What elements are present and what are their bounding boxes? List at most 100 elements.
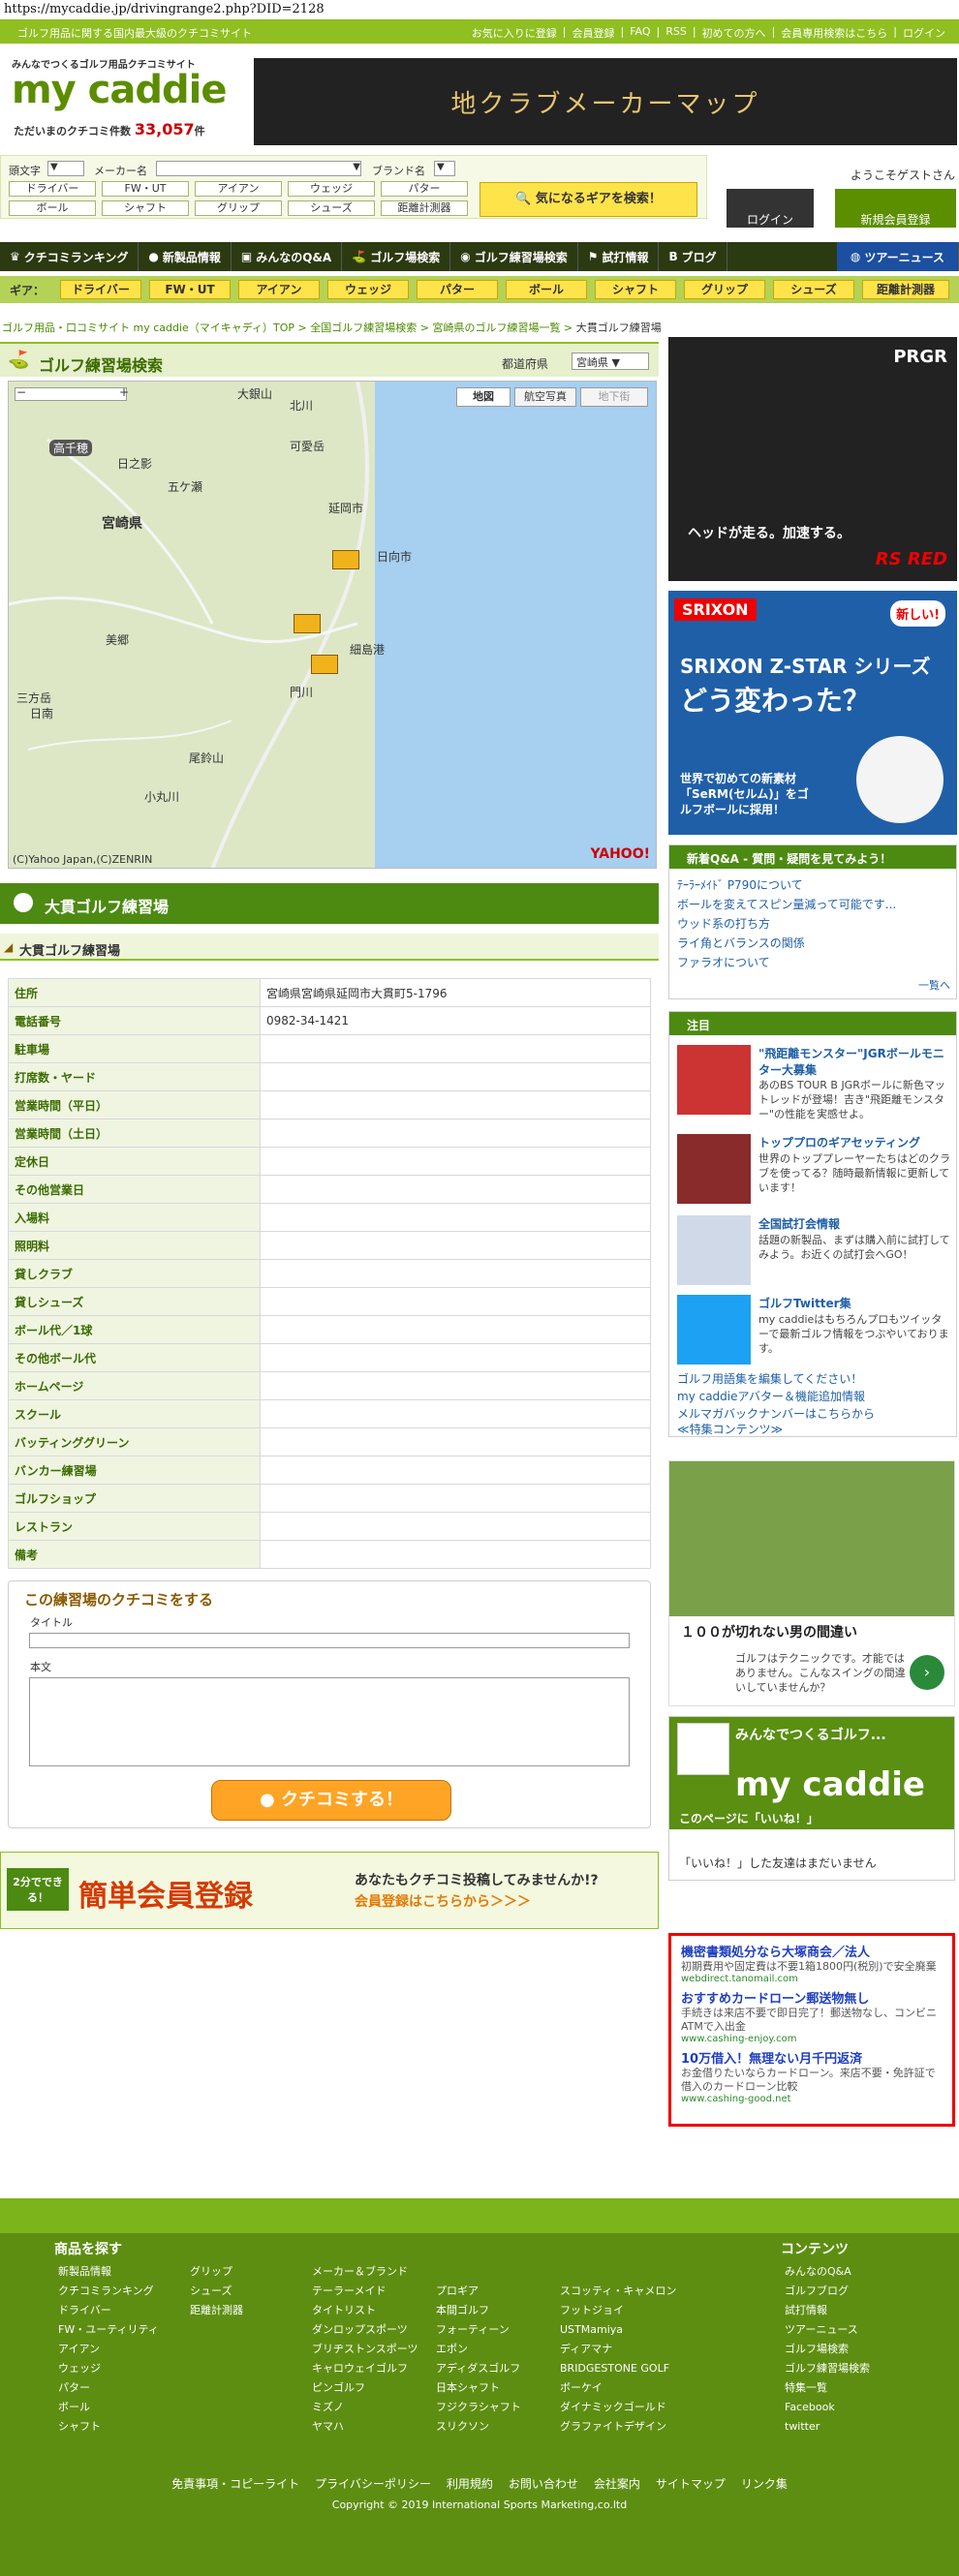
footer-link[interactable]: スコッティ・キャメロン	[560, 2282, 676, 2301]
first-time-link[interactable]: 初めての方へ	[702, 25, 766, 41]
footer-link[interactable]: ミズノ	[312, 2398, 418, 2417]
qa-item[interactable]: ボールを変えてスピン量減って可能です...	[677, 896, 896, 912]
footer-link[interactable]: テーラーメイド	[312, 2282, 418, 2301]
gear-tab-shoes[interactable]: シューズ	[773, 280, 854, 299]
register-button[interactable]: 新規会員登録	[835, 189, 956, 228]
maker-map-banner[interactable]: 地クラブメーカーマップ	[254, 58, 957, 145]
map-type-map[interactable]: 地図	[456, 387, 510, 407]
footer-link[interactable]: FW・ユーティリティ	[58, 2320, 159, 2340]
nav-course-search[interactable]: ⛳ ゴルフ場検索	[342, 242, 451, 271]
favorite-link[interactable]: お気に入りに登録	[472, 25, 557, 41]
footer-link[interactable]: ウェッジ	[58, 2359, 159, 2378]
gear-tab-putter[interactable]: パター	[417, 280, 498, 299]
footer-link[interactable]: ゴルフブログ	[785, 2282, 870, 2301]
srixon-ad[interactable]: SRIXON 新しい! SRIXON Z-STAR シリーズ どう変わった？ 世…	[668, 591, 957, 835]
footer-link[interactable]: スリクソン	[436, 2417, 521, 2437]
prefecture-select[interactable]: 宮崎県 ▼	[572, 353, 649, 370]
footer-bottom-link[interactable]: 免責事項・コピーライト	[171, 2477, 299, 2491]
pro-gear-thumbnail[interactable]	[677, 1134, 751, 1204]
japan-map-thumbnail[interactable]	[677, 1215, 751, 1285]
gear-tab-rangefinder[interactable]: 距離計測器	[862, 280, 949, 299]
footer-link[interactable]: ヤマハ	[312, 2417, 418, 2437]
chip-fw-ut[interactable]: FW・UT	[102, 181, 189, 197]
footer-link[interactable]: アイアン	[58, 2340, 159, 2359]
text-ad-title[interactable]: 10万借入！無理ない月千円返済	[681, 2048, 943, 2067]
nav-qa[interactable]: ▣ みんなのQ&A	[232, 242, 343, 271]
text-ad-url[interactable]: www.cashing-good.net	[681, 2094, 943, 2104]
site-logo[interactable]: my caddie	[12, 68, 227, 112]
zoom-out-icon[interactable]: −	[16, 385, 26, 399]
footer-link[interactable]: ボール	[58, 2398, 159, 2417]
prgr-ad[interactable]: PRGR ヘッドが走る。加速する。 RS RED	[668, 337, 957, 581]
text-ad-title[interactable]: 機密書類処分なら大塚商会／法人	[681, 1942, 943, 1960]
qa-item[interactable]: ライ角とバランスの関係	[677, 935, 805, 951]
brand-select[interactable]: ▼	[434, 161, 455, 176]
text-ad-title[interactable]: おすすめカードローン郵送物無し	[681, 1988, 943, 2007]
zoom-slider[interactable]	[15, 387, 127, 401]
footer-link[interactable]: ドライバー	[58, 2301, 159, 2320]
footer-link[interactable]: ディアマナ	[560, 2340, 676, 2359]
footer-link[interactable]: ゴルフ場検索	[785, 2340, 870, 2359]
footer-link[interactable]: USTMamiya	[560, 2320, 676, 2340]
swing-ad[interactable]: １００が切れない男の間違い ゴルフはテクニックです。才能ではありません。こんなス…	[668, 1460, 955, 1706]
footer-link[interactable]: アディダスゴルフ	[436, 2359, 521, 2378]
range-pin[interactable]	[332, 550, 359, 569]
notice-title[interactable]: ゴルフTwitter集	[758, 1295, 952, 1311]
notice-link[interactable]: ゴルフ用語集を編集してください！	[677, 1370, 862, 1387]
notice-title[interactable]: "飛距離モンスター"JGRボールモニター大募集	[758, 1045, 952, 1078]
footer-link[interactable]: グリップ	[190, 2262, 243, 2282]
breadcrumb-top[interactable]: ゴルフ用品・口コミサイト my caddie（マイキャディ）TOP	[2, 322, 294, 334]
chip-rangefinder[interactable]: 距離計測器	[381, 200, 468, 216]
nav-tour-news[interactable]: ◍ ツアーニュース	[836, 242, 959, 271]
footer-link[interactable]: フジクラシャフト	[436, 2398, 521, 2417]
footer-link[interactable]: フォーティーン	[436, 2320, 521, 2340]
footer-link[interactable]: パター	[58, 2378, 159, 2398]
footer-link[interactable]: 試打情報	[785, 2301, 870, 2320]
qa-item[interactable]: ウッド系の打ち方	[677, 915, 770, 932]
gear-tab-shaft[interactable]: シャフト	[595, 280, 676, 299]
notice-title[interactable]: 全国試打会情報	[758, 1215, 952, 1232]
nav-test-drive[interactable]: ⚑ 試打情報	[578, 242, 660, 271]
notice-link[interactable]: メルマガバックナンバーはこちらから	[677, 1405, 875, 1422]
review-body-textarea[interactable]	[29, 1677, 630, 1766]
footer-bottom-link[interactable]: リンク集	[741, 2477, 788, 2491]
gear-tab-grip[interactable]: グリップ	[684, 280, 765, 299]
footer-link[interactable]: フットジョイ	[560, 2301, 676, 2320]
footer-link[interactable]: シューズ	[190, 2282, 243, 2301]
login-button[interactable]: ログイン	[727, 189, 814, 228]
footer-link[interactable]: プロギア	[436, 2282, 521, 2301]
review-title-input[interactable]	[29, 1633, 630, 1648]
footer-bottom-link[interactable]: 利用規約	[447, 2477, 493, 2491]
footer-link[interactable]: クチコミランキング	[58, 2282, 159, 2301]
member-register-link[interactable]: 会員登録	[572, 25, 614, 41]
footer-bottom-link[interactable]: お問い合わせ	[509, 2477, 578, 2491]
text-ad-url[interactable]: www.cashing-enjoy.com	[681, 2034, 943, 2044]
maker-select[interactable]: ▼	[156, 161, 361, 176]
footer-bottom-link[interactable]: サイトマップ	[656, 2477, 726, 2491]
gear-tab-driver[interactable]: ドライバー	[60, 280, 141, 299]
footer-link[interactable]: ダンロップスポーツ	[312, 2320, 418, 2340]
footer-link[interactable]: 新製品情報	[58, 2262, 159, 2282]
fb-page-title[interactable]: みんなでつくるゴルフ...	[735, 1725, 886, 1744]
footer-link[interactable]: Facebook	[785, 2398, 870, 2417]
footer-link[interactable]: ダイナミックゴールド	[560, 2398, 676, 2417]
nav-new-products[interactable]: ● 新製品情報	[139, 242, 232, 271]
nav-range-search[interactable]: ◉ ゴルフ練習場検索	[450, 242, 578, 271]
range-map[interactable]: − + 地図 航空写真 地下街 宮崎県 高千穂 大銀山 延岡市 日向市 細島港 …	[8, 381, 657, 869]
footer-link[interactable]: 日本シャフト	[436, 2378, 521, 2398]
chip-wedge[interactable]: ウェッジ	[288, 181, 375, 197]
chip-shaft[interactable]: シャフト	[102, 200, 189, 216]
footer-link[interactable]: ゴルフ練習場検索	[785, 2359, 870, 2378]
fb-like-button[interactable]: このページに「いいね！」	[679, 1810, 819, 1826]
notice-link[interactable]: ≪特集コンテンツ≫	[677, 1421, 783, 1437]
map-type-underground[interactable]: 地下街	[580, 387, 648, 407]
registration-banner[interactable]: 2分でできる！ 簡単会員登録 あなたもクチコミ投稿してみませんか!? 会員登録は…	[0, 1852, 659, 1929]
notice-title[interactable]: トッププロのギアセッティング	[758, 1134, 952, 1150]
nav-blog[interactable]: B ブログ	[659, 242, 727, 271]
footer-link[interactable]: 距離計測器	[190, 2301, 243, 2320]
footer-link[interactable]: ブリヂストンスポーツ	[312, 2340, 418, 2359]
chevron-right-icon[interactable]: ›	[910, 1655, 944, 1690]
footer-link[interactable]: タイトリスト	[312, 2301, 418, 2320]
gear-tab-ball[interactable]: ボール	[506, 280, 587, 299]
chip-grip[interactable]: グリップ	[195, 200, 282, 216]
